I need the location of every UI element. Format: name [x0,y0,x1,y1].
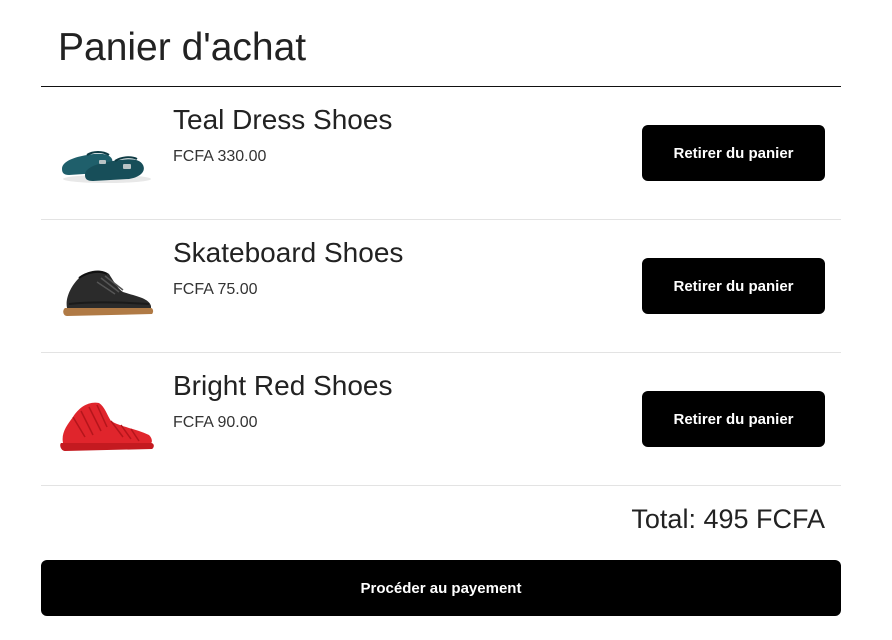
product-name: Skateboard Shoes [173,237,404,268]
remove-from-cart-button[interactable]: Retirer du panier [642,258,825,314]
bright-red-shoes-image [60,402,154,451]
product-name: Teal Dress Shoes [173,104,393,135]
total-row: Total: 495 FCFA [41,486,841,560]
teal-dress-shoes-image [62,151,151,183]
product-price: FCFA 75.00 [173,281,258,298]
cart-item: Bright Red Shoes FCFA 90.00 Retirer du p… [41,353,841,486]
remove-from-cart-button[interactable]: Retirer du panier [642,125,825,181]
skateboard-shoes-image [63,270,154,316]
cart-list: Teal Dress Shoes FCFA 330.00 Retirer du … [41,87,841,486]
checkout-button[interactable]: Procéder au payement [41,560,841,616]
cart-total: Total: 495 FCFA [631,504,825,534]
remove-from-cart-button[interactable]: Retirer du panier [642,391,825,447]
cart-item: Skateboard Shoes FCFA 75.00 Retirer du p… [41,220,841,353]
cart-item: Teal Dress Shoes FCFA 330.00 Retirer du … [41,87,841,220]
product-price: FCFA 90.00 [173,414,258,431]
product-price: FCFA 330.00 [173,148,267,165]
page-title: Panier d'achat [41,0,841,87]
product-name: Bright Red Shoes [173,370,393,401]
shopping-cart: Panier d'achat Teal Dress Shoes FCFA 330… [41,0,841,616]
